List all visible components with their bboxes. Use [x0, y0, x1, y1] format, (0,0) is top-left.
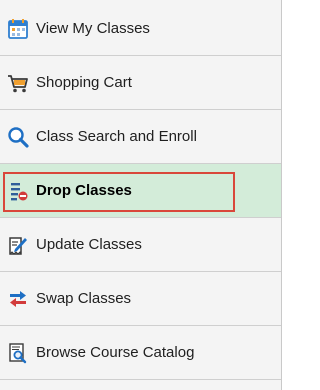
- calendar-icon: [7, 18, 29, 40]
- menu-item-label: Update Classes: [36, 236, 142, 253]
- menu-item-drop-classes[interactable]: Drop Classes: [0, 164, 281, 218]
- catalog-search-icon: [7, 342, 29, 364]
- menu-item-label: Drop Classes: [36, 182, 132, 199]
- search-icon: [7, 126, 29, 148]
- menu-item-browse-course-catalog[interactable]: Browse Course Catalog: [0, 326, 281, 380]
- menu-item-class-search-and-enroll[interactable]: Class Search and Enroll: [0, 110, 281, 164]
- menu-item-label: Swap Classes: [36, 290, 132, 307]
- shopping-cart-icon: [7, 72, 29, 94]
- menu-item-label: Browse Course Catalog: [36, 344, 195, 361]
- right-edge-strip: [282, 0, 286, 390]
- swap-arrows-icon: [7, 288, 29, 310]
- side-menu: View My Classes Shopping Cart Class Sear…: [0, 0, 282, 390]
- menu-item-label: View My Classes: [36, 20, 150, 37]
- menu-item-update-classes[interactable]: Update Classes: [0, 218, 281, 272]
- menu-item-shopping-cart[interactable]: Shopping Cart: [0, 56, 281, 110]
- edit-document-icon: [7, 234, 29, 256]
- menu-item-label: Shopping Cart: [36, 74, 132, 91]
- menu-item-label: Class Search and Enroll: [36, 128, 197, 145]
- drop-list-icon: [7, 180, 29, 202]
- menu-item-view-my-classes[interactable]: View My Classes: [0, 2, 281, 56]
- menu-item-swap-classes[interactable]: Swap Classes: [0, 272, 281, 326]
